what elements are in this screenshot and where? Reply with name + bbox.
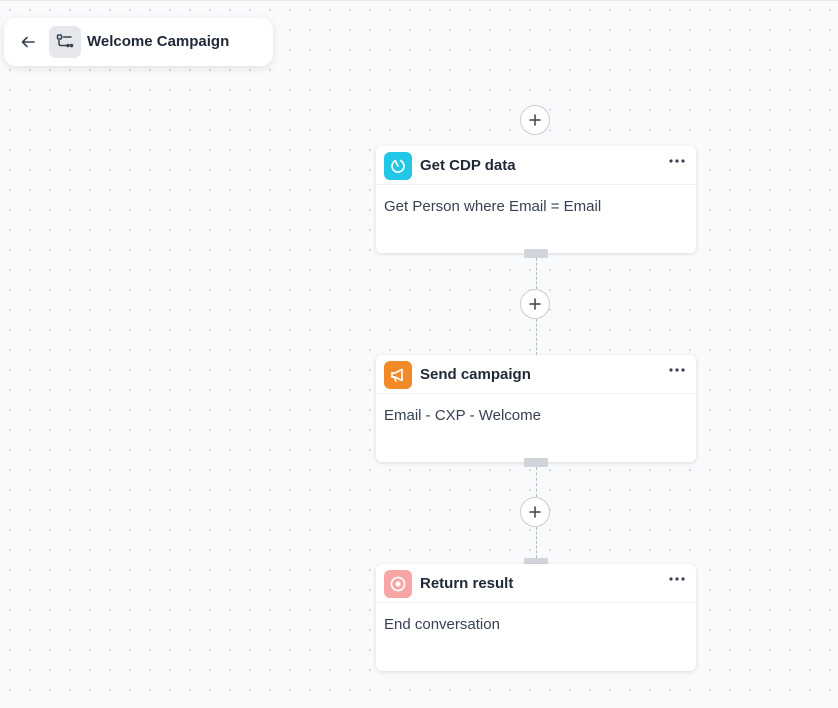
node-menu-button[interactable] bbox=[667, 572, 687, 586]
plus-icon bbox=[529, 506, 541, 518]
node-output-handle[interactable] bbox=[524, 458, 548, 467]
page-title: Welcome Campaign bbox=[87, 33, 230, 50]
node-description: Email - CXP - Welcome bbox=[384, 407, 541, 424]
megaphone-icon bbox=[384, 361, 412, 389]
node-description: Get Person where Email = Email bbox=[384, 198, 602, 215]
connector-line bbox=[536, 258, 537, 289]
back-button[interactable] bbox=[18, 32, 38, 52]
more-horizontal-icon bbox=[669, 577, 685, 581]
node-header: Send campaign bbox=[376, 355, 696, 394]
workflow-icon bbox=[49, 26, 81, 58]
add-step-button[interactable] bbox=[520, 497, 550, 527]
connector-line bbox=[536, 319, 537, 355]
node-title: Return result bbox=[420, 575, 514, 592]
plus-icon bbox=[529, 298, 541, 310]
node-title: Get CDP data bbox=[420, 157, 516, 174]
node-menu-button[interactable] bbox=[667, 154, 687, 168]
connector-line bbox=[536, 467, 537, 497]
stop-circle-icon bbox=[384, 570, 412, 598]
node-output-handle[interactable] bbox=[524, 249, 548, 258]
node-title: Send campaign bbox=[420, 366, 531, 383]
more-horizontal-icon bbox=[669, 159, 685, 163]
node-header: Return result bbox=[376, 564, 696, 603]
top-divider bbox=[0, 0, 838, 1]
add-step-button[interactable] bbox=[520, 289, 550, 319]
node-menu-button[interactable] bbox=[667, 363, 687, 377]
node-header: Get CDP data bbox=[376, 146, 696, 185]
node-description: End conversation bbox=[384, 616, 500, 633]
node-get-cdp-data[interactable]: Get CDP data Get Person where Email = Em… bbox=[376, 146, 696, 253]
plus-icon bbox=[529, 114, 541, 126]
node-send-campaign[interactable]: Send campaign Email - CXP - Welcome bbox=[376, 355, 696, 462]
connector-line bbox=[536, 527, 537, 558]
add-step-button-top[interactable] bbox=[520, 105, 550, 135]
arrow-left-icon bbox=[21, 36, 35, 48]
workflow-header: Welcome Campaign bbox=[4, 18, 273, 66]
node-return-result[interactable]: Return result End conversation bbox=[376, 564, 696, 671]
more-horizontal-icon bbox=[669, 368, 685, 372]
cdp-data-icon bbox=[384, 152, 412, 180]
